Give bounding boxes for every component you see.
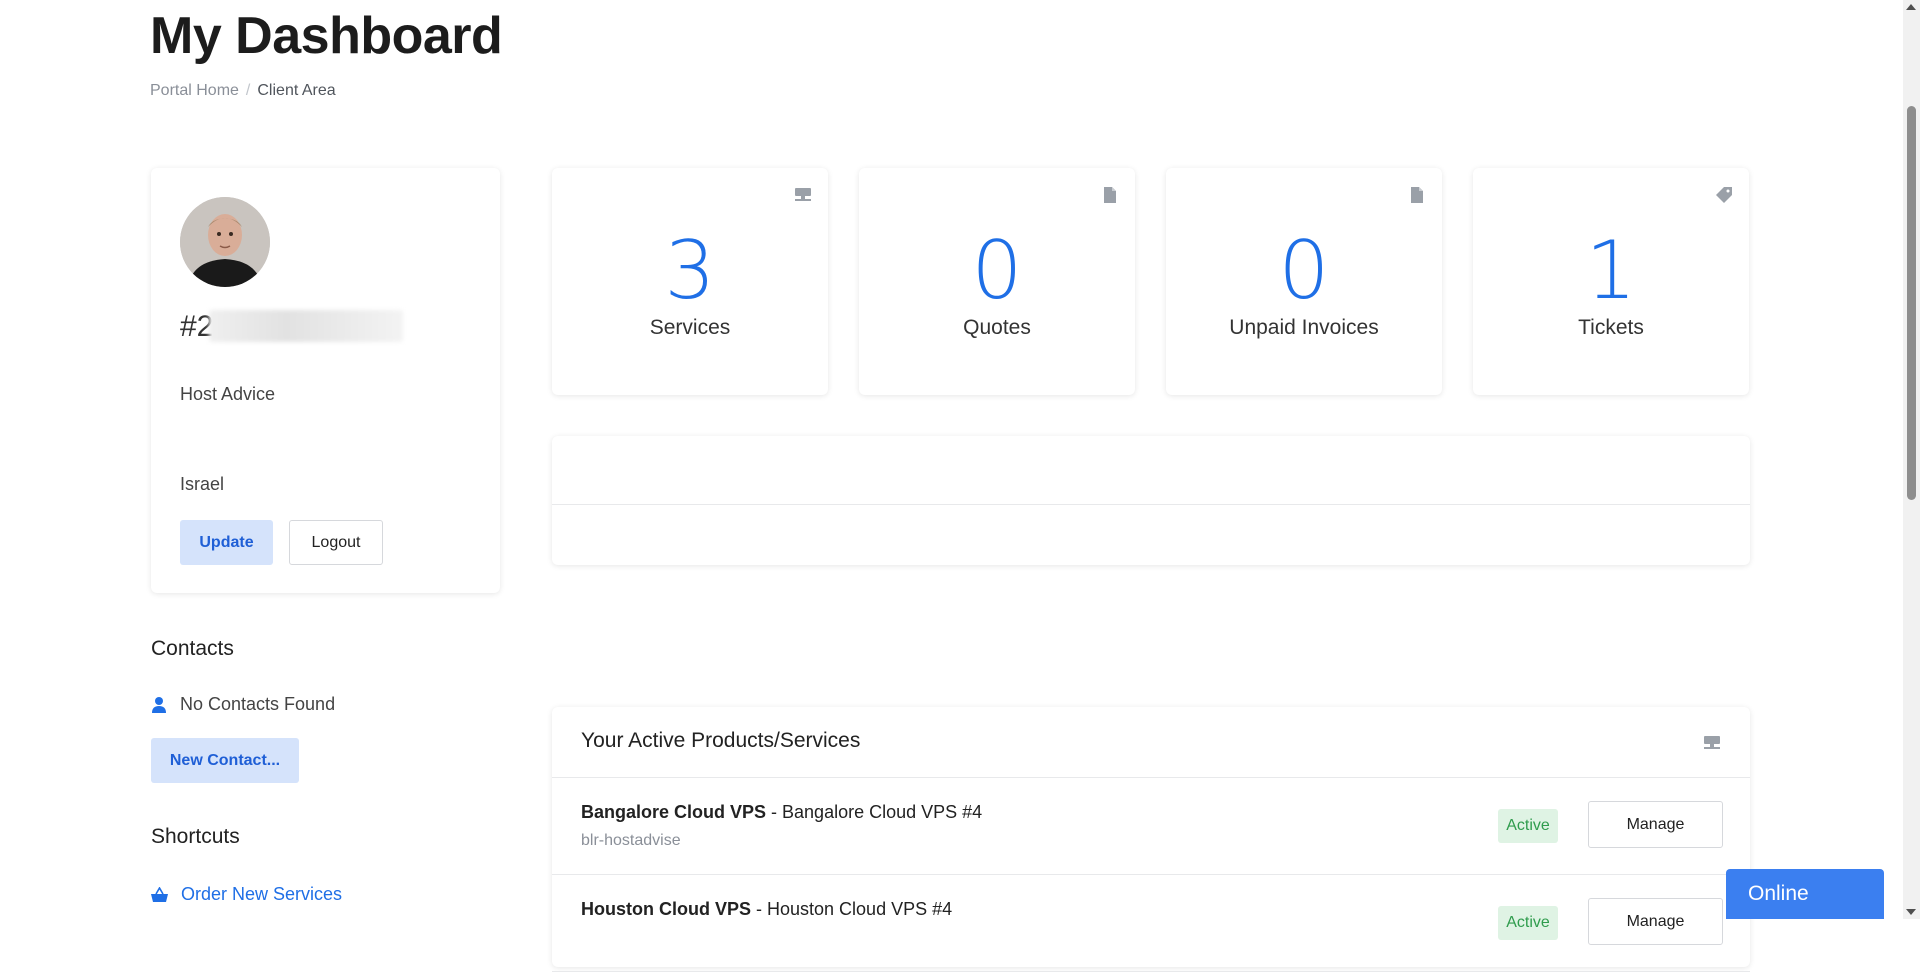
profile-card: #2 Host Advice Israel Update Logout	[151, 168, 500, 593]
service-product: Houston Cloud VPS	[581, 899, 751, 919]
panel-divider	[552, 504, 1750, 505]
manage-button[interactable]: Manage	[1588, 801, 1723, 848]
stat-label: Quotes	[963, 316, 1031, 339]
manage-button[interactable]: Manage	[1588, 898, 1723, 945]
country: Israel	[180, 474, 225, 494]
avatar-image	[180, 197, 270, 287]
shortcuts-title: Shortcuts	[151, 825, 240, 848]
service-separator: -	[751, 899, 767, 919]
redacted-client-name	[209, 310, 403, 342]
services-header: Your Active Products/Services	[552, 707, 1750, 778]
online-chat-button[interactable]: Online	[1726, 869, 1884, 919]
logout-button[interactable]: Logout	[289, 520, 383, 565]
breadcrumb-separator: /	[245, 82, 251, 99]
update-button[interactable]: Update	[180, 520, 273, 565]
new-contact-button[interactable]: New Contact...	[151, 738, 299, 783]
user-icon	[152, 697, 166, 713]
active-services-panel: Your Active Products/Services Bangalore …	[552, 707, 1750, 972]
server-icon	[1704, 736, 1720, 749]
scrollbar-thumb[interactable]	[1907, 106, 1916, 500]
no-contacts-text: No Contacts Found	[180, 694, 336, 714]
service-name: Bangalore Cloud VPS - Bangalore Cloud VP…	[581, 802, 982, 823]
service-label: Houston Cloud VPS #4	[767, 899, 953, 919]
empty-panel	[552, 436, 1750, 565]
stat-value: 3	[664, 224, 716, 317]
stat-tile-unpaid-invoices[interactable]: 0 Unpaid Invoices	[1166, 168, 1442, 395]
order-new-services-label: Order New Services	[181, 884, 343, 904]
stat-tile-quotes[interactable]: 0 Quotes	[859, 168, 1135, 395]
service-row[interactable]: Bangalore Cloud VPS - Bangalore Cloud VP…	[552, 778, 1750, 875]
stat-value: 1	[1585, 224, 1637, 317]
tag-icon	[1716, 187, 1732, 203]
contacts-title: Contacts	[151, 637, 234, 660]
service-name: Houston Cloud VPS - Houston Cloud VPS #4	[581, 899, 952, 920]
service-separator: -	[766, 802, 783, 822]
breadcrumb-portal-home[interactable]: Portal Home	[150, 82, 239, 99]
basket-icon	[151, 886, 168, 902]
server-icon	[795, 188, 811, 201]
scroll-down-arrow-icon[interactable]	[1906, 909, 1916, 915]
page-title: My Dashboard	[150, 7, 503, 65]
service-label: Bangalore Cloud VPS #4	[782, 802, 983, 822]
stat-label: Tickets	[1578, 316, 1644, 339]
document-icon	[1104, 187, 1116, 203]
stat-tile-tickets[interactable]: 1 Tickets	[1473, 168, 1749, 395]
scroll-up-arrow-icon[interactable]	[1906, 4, 1916, 10]
status-badge: Active	[1498, 906, 1558, 940]
service-row[interactable]: Houston Cloud VPS - Houston Cloud VPS #4…	[552, 875, 1750, 972]
stat-label: Unpaid Invoices	[1229, 316, 1379, 339]
stat-tile-services[interactable]: 3 Services	[552, 168, 828, 395]
service-hostname: blr-hostadvise	[581, 832, 681, 849]
no-contacts-item: No Contacts Found	[151, 694, 335, 715]
stat-label: Services	[649, 316, 731, 339]
avatar	[180, 197, 270, 287]
scrollbar[interactable]	[1903, 0, 1920, 919]
company-name: Host Advice	[180, 384, 276, 404]
breadcrumb-current: Client Area	[257, 82, 336, 99]
service-product: Bangalore Cloud VPS	[581, 802, 767, 822]
order-new-services-link[interactable]: Order New Services	[151, 884, 342, 905]
breadcrumb: Portal Home / Client Area	[150, 82, 336, 100]
document-icon	[1411, 187, 1423, 203]
stat-value: 0	[971, 224, 1023, 317]
stat-value: 0	[1278, 224, 1330, 317]
services-title: Your Active Products/Services	[581, 729, 861, 752]
status-badge: Active	[1498, 809, 1558, 843]
